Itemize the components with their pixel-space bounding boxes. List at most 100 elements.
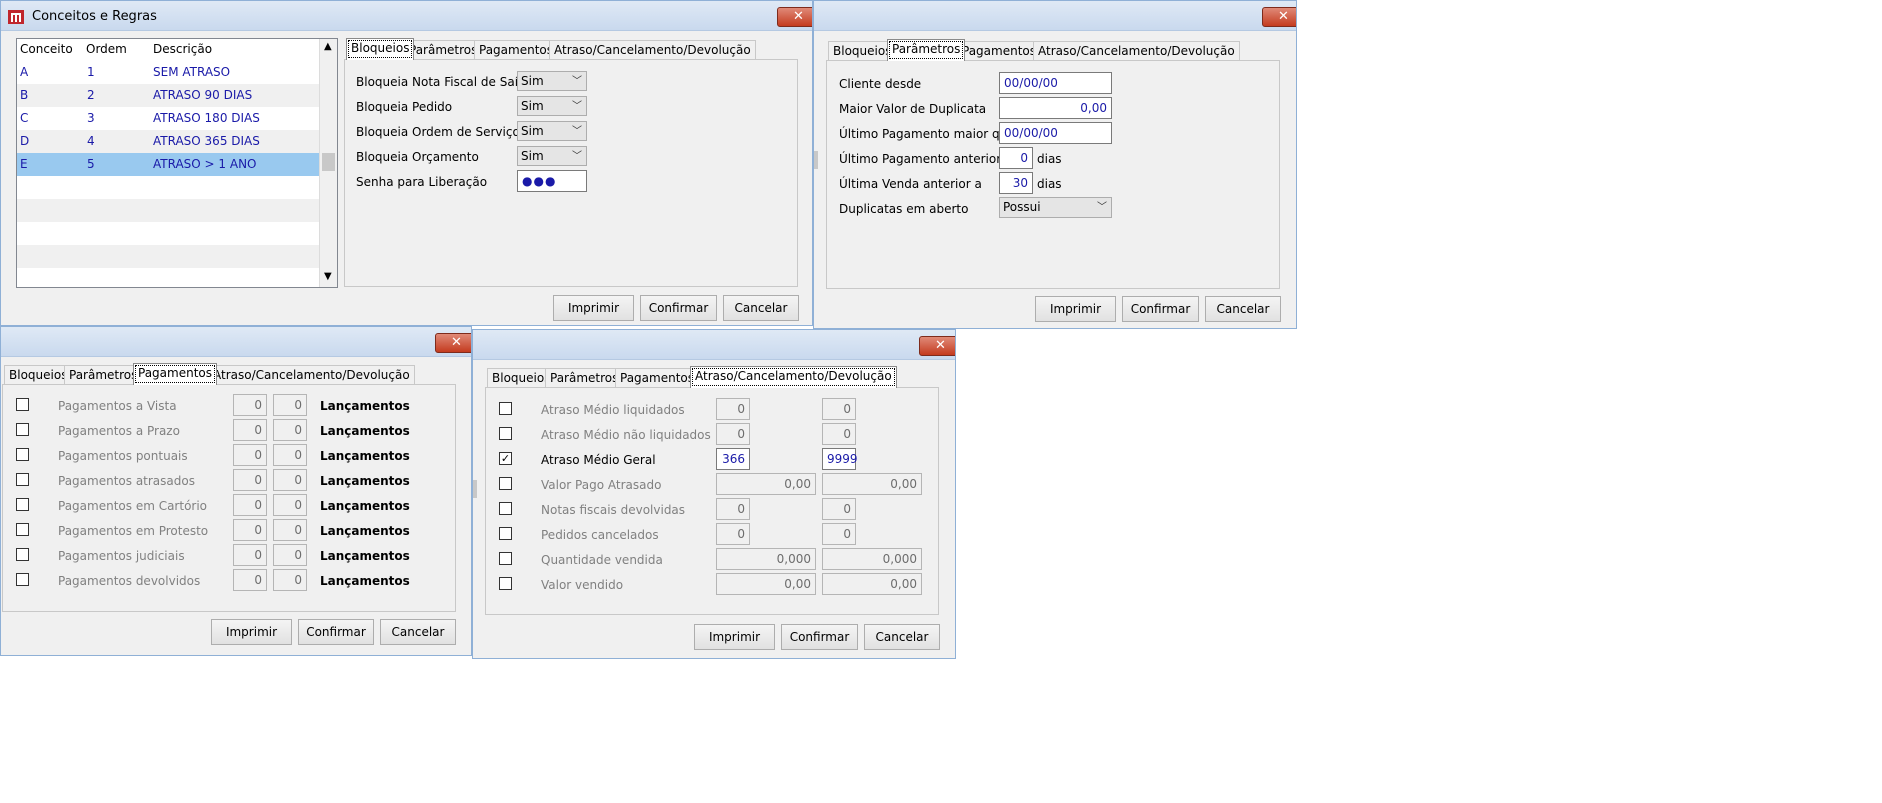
pag-cartorio-v1[interactable]: 0 [233,494,267,516]
ultimo-pag-maior-field[interactable]: 00/00/00 [999,122,1112,144]
table-row[interactable]: C 3 ATRASO 180 DIAS [17,107,319,130]
close-button[interactable]: ✕ [1262,7,1296,27]
pag-judiciais-v2[interactable]: 0 [273,544,307,566]
tab-parametros[interactable]: Parâmetros [64,365,143,385]
splitter-handle[interactable] [473,480,477,498]
checkbox-atraso-geral[interactable]: ✓ [499,452,512,465]
checkbox-pag-vista[interactable] [16,398,29,411]
print-button[interactable]: Imprimir [553,295,634,321]
checkbox-valor-vendido[interactable] [499,577,512,590]
print-button[interactable]: Imprimir [694,624,775,650]
pag-vista-v2[interactable]: 0 [273,394,307,416]
table-row[interactable]: D 4 ATRASO 365 DIAS [17,130,319,153]
scroll-thumb[interactable] [322,153,335,171]
ultima-venda-field[interactable]: 30 [999,172,1033,194]
select-duplicatas[interactable]: Possui ﹀ [999,197,1112,218]
pag-protesto-v1[interactable]: 0 [233,519,267,541]
checkbox-pedidos-cancelados[interactable] [499,527,512,540]
pag-atrasados-v1[interactable]: 0 [233,469,267,491]
select-bloqueia-os[interactable]: Sim ﹀ [517,121,587,141]
print-button[interactable]: Imprimir [211,619,292,645]
cliente-desde-field[interactable]: 00/00/00 [999,72,1112,94]
cancel-button[interactable]: Cancelar [380,619,456,645]
scroll-down-icon[interactable]: ▼ [324,271,332,282]
cancel-button[interactable]: Cancelar [723,295,799,321]
checkbox-pag-cartorio[interactable] [16,498,29,511]
checkbox-pag-judiciais[interactable] [16,548,29,561]
confirm-button[interactable]: Confirmar [1122,296,1199,322]
checkbox-pag-protesto[interactable] [16,523,29,536]
grid-header-descricao[interactable]: Descrição [153,42,212,56]
close-button[interactable]: ✕ [777,7,812,27]
pedidos-cancelados-v1[interactable]: 0 [716,523,750,545]
tab-parametros[interactable]: Parâmetros [887,39,966,61]
pag-devolvidos-v2[interactable]: 0 [273,569,307,591]
title-bar[interactable]: ✕ [1,327,471,357]
tab-bloqueios[interactable]: Bloqueios [346,38,415,60]
concepts-grid[interactable]: Conceito Ordem Descrição A 1 SEM ATRASO … [16,38,338,288]
tab-pagamentos[interactable]: Pagamentos [957,41,1041,61]
pag-pontuais-v2[interactable]: 0 [273,444,307,466]
pag-atrasados-v2[interactable]: 0 [273,469,307,491]
checkbox-atraso-nao-liquidados[interactable] [499,427,512,440]
valor-vendido-v1[interactable]: 0,00 [716,573,816,595]
notas-devolvidas-v2[interactable]: 0 [822,498,856,520]
scroll-up-icon[interactable]: ▲ [324,41,332,52]
valor-vendido-v2[interactable]: 0,00 [822,573,922,595]
confirm-button[interactable]: Confirmar [640,295,717,321]
grid-header-ordem[interactable]: Ordem [86,42,127,56]
cancel-button[interactable]: Cancelar [864,624,940,650]
close-button[interactable]: ✕ [919,336,955,356]
notas-devolvidas-v1[interactable]: 0 [716,498,750,520]
quantidade-vendida-v2[interactable]: 0,000 [822,548,922,570]
tab-atraso[interactable]: Atraso/Cancelamento/Devolução [1033,41,1240,61]
close-button[interactable]: ✕ [435,333,471,353]
valor-pago-atrasado-v2[interactable]: 0,00 [822,473,922,495]
title-bar[interactable]: ✕ [814,1,1296,31]
checkbox-pag-atrasados[interactable] [16,473,29,486]
tab-atraso[interactable]: Atraso/Cancelamento/Devolução [208,365,415,385]
checkbox-pag-devolvidos[interactable] [16,573,29,586]
tab-pagamentos[interactable]: Pagamentos [615,368,699,388]
table-row[interactable]: B 2 ATRASO 90 DIAS [17,84,319,107]
grid-header-conceito[interactable]: Conceito [20,42,73,56]
pag-prazo-v1[interactable]: 0 [233,419,267,441]
password-field[interactable]: ●●● [517,170,587,192]
pag-devolvidos-v1[interactable]: 0 [233,569,267,591]
atraso-liquidados-v1[interactable]: 0 [716,398,750,420]
checkbox-atraso-liquidados[interactable] [499,402,512,415]
pag-cartorio-v2[interactable]: 0 [273,494,307,516]
maior-valor-field[interactable]: 0,00 [999,97,1112,119]
checkbox-pag-prazo[interactable] [16,423,29,436]
tab-parametros[interactable]: Parâmetros [404,40,483,60]
table-row-selected[interactable]: E 5 ATRASO > 1 ANO [17,153,319,176]
tab-atraso[interactable]: Atraso/Cancelamento/Devolução [549,40,756,60]
tab-pagamentos[interactable]: Pagamentos [133,363,217,385]
select-bloqueia-pedido[interactable]: Sim ﹀ [517,96,587,116]
confirm-button[interactable]: Confirmar [298,619,374,645]
table-row[interactable]: A 1 SEM ATRASO [17,61,319,84]
ultimo-pag-anterior-field[interactable]: 0 [999,147,1033,169]
splitter-handle[interactable] [814,151,818,169]
select-bloqueia-orcamento[interactable]: Sim ﹀ [517,146,587,166]
pag-judiciais-v1[interactable]: 0 [233,544,267,566]
pag-prazo-v2[interactable]: 0 [273,419,307,441]
pag-protesto-v2[interactable]: 0 [273,519,307,541]
atraso-liquidados-v2[interactable]: 0 [822,398,856,420]
title-bar[interactable]: Conceitos e Regras ✕ [1,1,812,31]
atraso-nao-liquidados-v2[interactable]: 0 [822,423,856,445]
tab-parametros[interactable]: Parâmetros [545,368,624,388]
checkbox-valor-pago-atrasado[interactable] [499,477,512,490]
pag-vista-v1[interactable]: 0 [233,394,267,416]
cancel-button[interactable]: Cancelar [1205,296,1281,322]
checkbox-notas-devolvidas[interactable] [499,502,512,515]
pedidos-cancelados-v2[interactable]: 0 [822,523,856,545]
print-button[interactable]: Imprimir [1035,296,1116,322]
tab-bloqueios[interactable]: Bloqueios [4,365,73,385]
tab-pagamentos[interactable]: Pagamentos [474,40,558,60]
checkbox-quantidade-vendida[interactable] [499,552,512,565]
select-bloqueia-nf[interactable]: Sim ﹀ [517,71,587,91]
title-bar[interactable]: ✕ [473,330,955,360]
valor-pago-atrasado-v1[interactable]: 0,00 [716,473,816,495]
confirm-button[interactable]: Confirmar [781,624,858,650]
